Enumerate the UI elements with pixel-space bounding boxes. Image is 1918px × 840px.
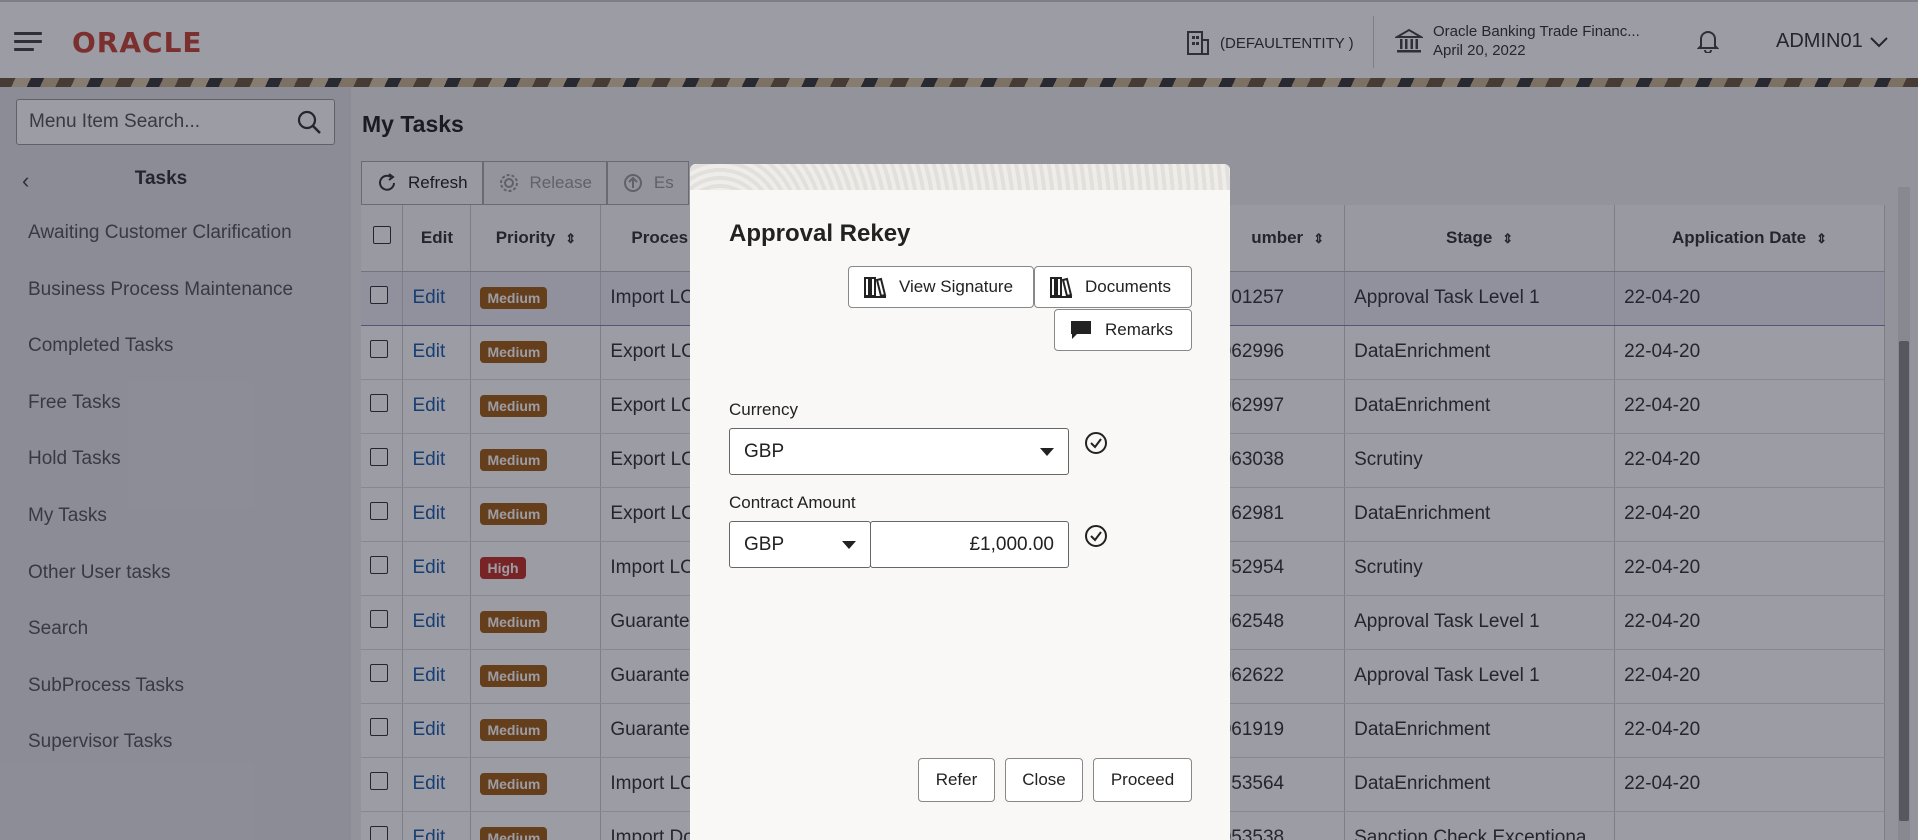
caret-down-icon: [1040, 447, 1054, 456]
comment-icon: [1071, 321, 1091, 339]
proceed-button[interactable]: Proceed: [1093, 758, 1192, 802]
remarks-label: Remarks: [1105, 320, 1174, 339]
currency-label: Currency: [729, 400, 798, 419]
currency-select[interactable]: GBP: [729, 428, 1069, 475]
books-icon: [1050, 277, 1073, 298]
dialog-pattern-header: [690, 164, 1230, 190]
amount-currency-select[interactable]: GBP: [729, 521, 871, 568]
close-button[interactable]: Close: [1005, 758, 1083, 802]
refer-button[interactable]: Refer: [918, 758, 995, 802]
currency-value: GBP: [744, 440, 785, 462]
books-icon: [864, 277, 887, 298]
documents-label: Documents: [1085, 277, 1171, 296]
view-signature-button[interactable]: View Signature: [848, 266, 1034, 308]
contract-amount-input[interactable]: £1,000.00: [870, 521, 1069, 568]
dialog-title: Approval Rekey: [729, 220, 911, 247]
caret-down-icon: [842, 540, 856, 549]
contract-amount-label: Contract Amount: [729, 493, 856, 512]
check-circle-icon: [1085, 525, 1107, 547]
check-circle-icon: [1085, 432, 1107, 454]
remarks-button[interactable]: Remarks: [1054, 309, 1192, 351]
amount-currency-value: GBP: [744, 533, 785, 555]
view-signature-label: View Signature: [899, 277, 1014, 296]
approval-rekey-dialog: Approval Rekey View Signature Documents …: [690, 164, 1230, 840]
documents-button[interactable]: Documents: [1034, 266, 1192, 308]
